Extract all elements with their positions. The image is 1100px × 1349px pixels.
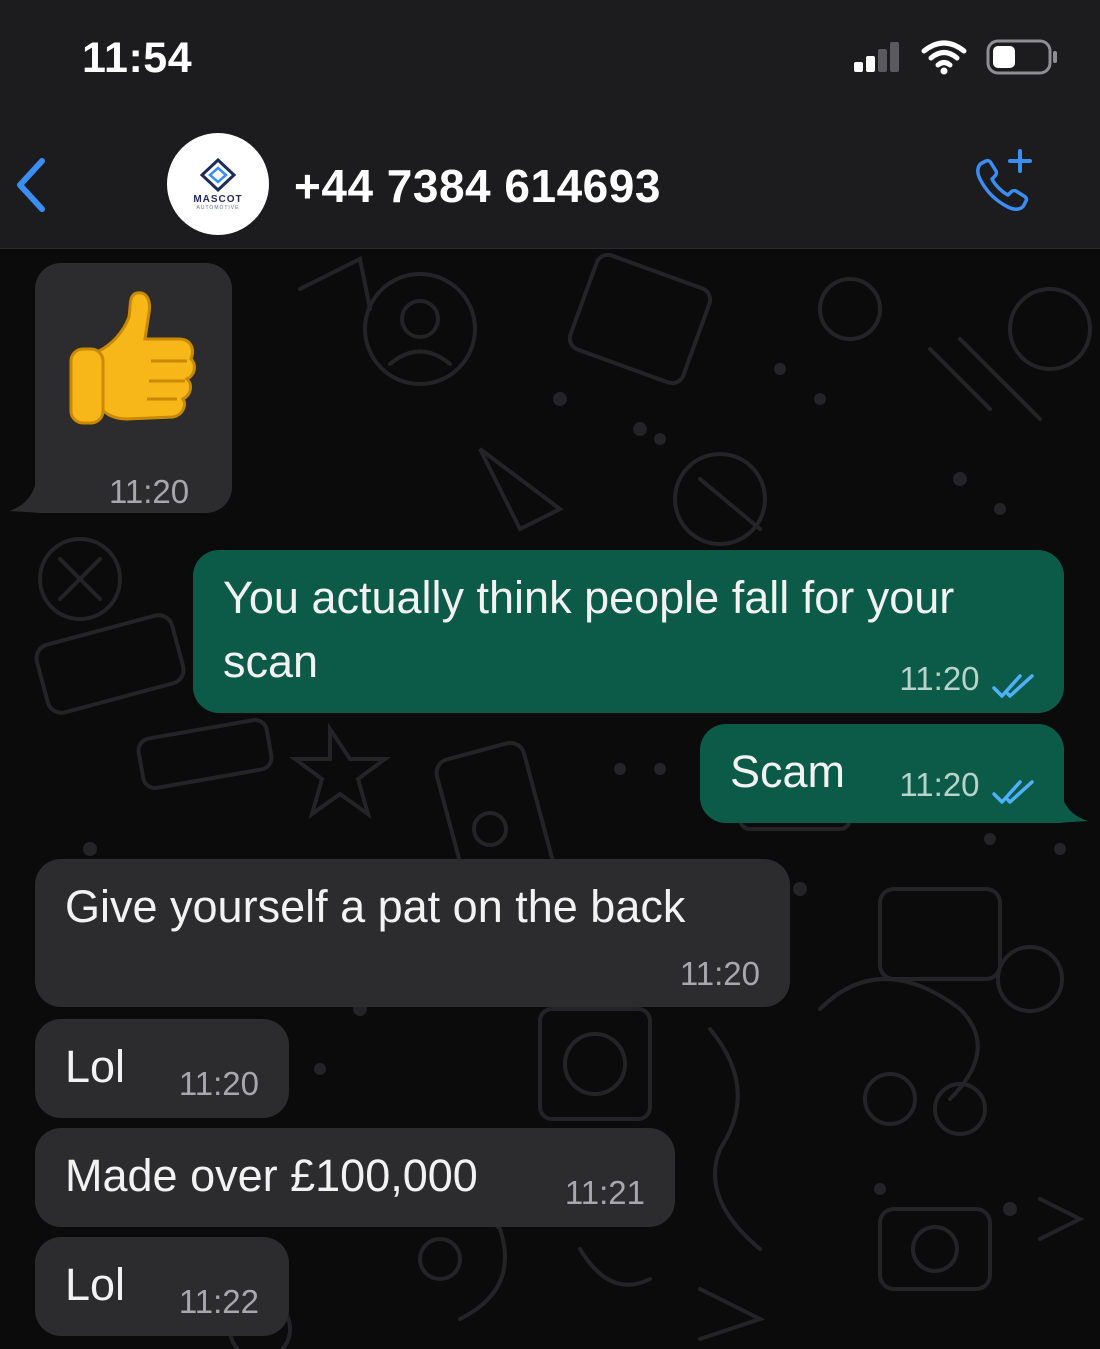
double-check-icon	[992, 780, 1034, 804]
wifi-icon	[921, 40, 967, 75]
message-time: 11:20	[109, 473, 190, 510]
battery-icon	[986, 39, 1057, 75]
message-meta: 11:20	[899, 660, 1038, 700]
chat-header: MASCOT AUTOMOTIVE +44 7384 614693	[0, 115, 1100, 249]
avatar-logo-text: MASCOT	[193, 193, 243, 205]
signal-icon	[854, 42, 899, 72]
message-bubble-outgoing[interactable]: You actually think people fall for your …	[193, 550, 1064, 713]
status-icons	[852, 38, 1060, 76]
message-bubble-outgoing[interactable]: Scam 11:20	[700, 724, 1088, 823]
status-bar: 11:54	[0, 0, 1100, 115]
back-chevron-icon[interactable]	[12, 155, 52, 215]
status-time: 11:54	[82, 34, 193, 82]
message-time: 11:20	[178, 1065, 259, 1102]
message-time: 11:21	[564, 1174, 645, 1211]
bubble-tail	[1056, 786, 1088, 823]
message-bubble-incoming[interactable]: 11:20	[9, 263, 232, 513]
message-time: 11:20	[679, 955, 760, 992]
message-text: Lol	[65, 1259, 126, 1310]
message-text: Made over £100,000	[65, 1150, 478, 1201]
message-bubble-incoming[interactable]: Lol 11:20	[35, 1019, 289, 1118]
double-check-icon	[992, 674, 1034, 698]
bubble-tail	[9, 475, 43, 513]
avatar-logo-subtext: AUTOMOTIVE	[196, 204, 240, 211]
mascot-logo-icon	[199, 157, 237, 192]
message-text-line-1: You actually think people fall for your	[223, 572, 955, 623]
message-time: 11:20	[899, 766, 980, 803]
message-text-line-2: scan	[223, 636, 319, 687]
message-text: Give yourself a pat on the back	[65, 881, 686, 932]
message-bubble-incoming[interactable]: Made over £100,000 11:21	[35, 1128, 675, 1227]
message-time: 11:22	[178, 1283, 259, 1320]
message-bubble-incoming[interactable]: Give yourself a pat on the back 11:20	[35, 859, 790, 1007]
message-time: 11:20	[899, 660, 980, 697]
message-bubble-incoming[interactable]: Lol 11:22	[35, 1237, 289, 1336]
add-call-icon[interactable]	[968, 147, 1038, 217]
message-text: Scam	[730, 746, 846, 797]
contact-name[interactable]: +44 7384 614693	[294, 159, 661, 213]
thumbs-up-emoji-icon	[69, 291, 196, 425]
avatar[interactable]: MASCOT AUTOMOTIVE	[167, 133, 269, 235]
message-text: Lol	[65, 1041, 126, 1092]
chat-area[interactable]: 11:20 You actually think people fall for…	[0, 249, 1100, 1349]
message-meta: 11:20	[899, 766, 1038, 806]
